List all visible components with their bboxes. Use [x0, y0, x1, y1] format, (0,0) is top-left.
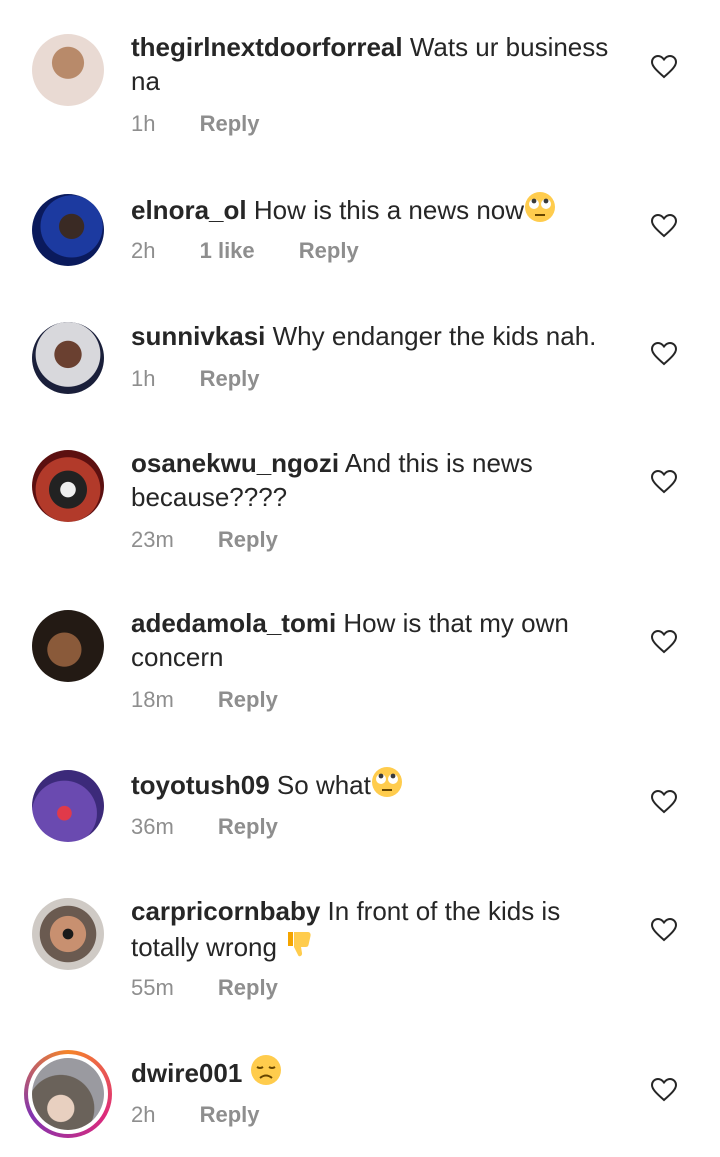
- reply-button[interactable]: Reply: [200, 1102, 260, 1127]
- reply-button[interactable]: Reply: [218, 687, 278, 712]
- comment-username[interactable]: adedamola_tomi: [131, 608, 336, 638]
- comment-time: 2h: [131, 1102, 156, 1127]
- comment-username[interactable]: dwire001: [131, 1058, 242, 1088]
- comment-time: 55m: [131, 975, 174, 1000]
- comment-username[interactable]: osanekwu_ngozi: [131, 448, 339, 478]
- likes-count[interactable]: 1 like: [200, 238, 255, 263]
- heart-icon[interactable]: [651, 55, 677, 79]
- heart-icon[interactable]: [651, 214, 677, 238]
- thumbs-down-emoji: [288, 932, 311, 957]
- avatar[interactable]: [32, 194, 104, 266]
- heart-icon[interactable]: [651, 1078, 677, 1102]
- eye-roll-emoji: [525, 192, 556, 222]
- disappointed-emoji: [250, 1055, 281, 1085]
- heart-icon[interactable]: [651, 342, 677, 366]
- reply-button[interactable]: Reply: [218, 975, 278, 1000]
- comment-text: Why endanger the kids nah.: [272, 321, 597, 351]
- reply-button[interactable]: Reply: [200, 366, 260, 391]
- avatar-story-ring[interactable]: [24, 1050, 112, 1138]
- comment-time: 18m: [131, 687, 174, 712]
- comment-username[interactable]: thegirlnextdoorforreal: [131, 32, 403, 62]
- comment-username[interactable]: carpricornbaby: [131, 896, 320, 926]
- comment-username[interactable]: sunnivkasi: [131, 321, 265, 351]
- eye-roll-emoji: [371, 767, 402, 797]
- comment-username[interactable]: elnora_ol: [131, 195, 247, 225]
- heart-icon[interactable]: [651, 918, 677, 942]
- avatar[interactable]: [32, 610, 104, 682]
- heart-icon[interactable]: [651, 470, 677, 494]
- comment-time: 23m: [131, 527, 174, 552]
- avatar[interactable]: [32, 322, 104, 394]
- comment-time: 1h: [131, 111, 156, 136]
- avatar[interactable]: [32, 450, 104, 522]
- comment-time: 2h: [131, 238, 156, 263]
- reply-button[interactable]: Reply: [299, 238, 359, 263]
- comment-time: 36m: [131, 814, 174, 839]
- avatar[interactable]: [32, 770, 104, 842]
- reply-button[interactable]: Reply: [218, 814, 278, 839]
- comment-text: So what: [276, 770, 371, 800]
- comment-time: 1h: [131, 366, 156, 391]
- reply-button[interactable]: Reply: [218, 527, 278, 552]
- heart-icon[interactable]: [651, 630, 677, 654]
- reply-button[interactable]: Reply: [200, 111, 260, 136]
- avatar: [32, 1058, 104, 1130]
- avatar[interactable]: [32, 898, 104, 970]
- comment-text: How is this a news now: [253, 195, 525, 225]
- comment-username[interactable]: toyotush09: [131, 770, 270, 800]
- avatar[interactable]: [32, 34, 104, 106]
- heart-icon[interactable]: [651, 790, 677, 814]
